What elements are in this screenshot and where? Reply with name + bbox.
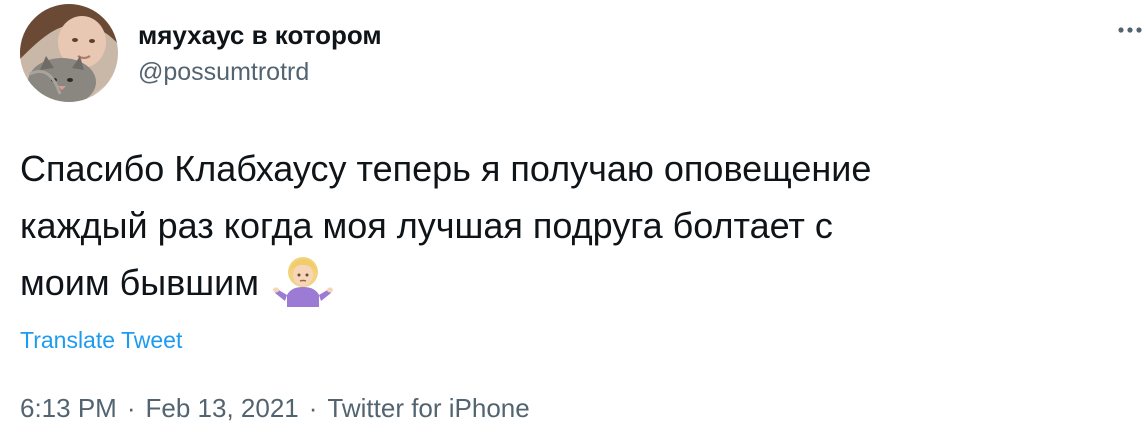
tweet-text: Спасибо Клабхаусу теперь я получаю опове… xyxy=(20,140,1120,323)
tweet-metadata: 6:13 PM · Feb 13, 2021 · Twitter for iPhone xyxy=(20,393,530,424)
tweet-text-line-content: моим бывшим xyxy=(20,262,259,303)
tweet-text-line: каждый раз когда моя лучшая подруга болт… xyxy=(20,205,833,246)
avatar-image xyxy=(20,4,118,102)
tweet-date-link[interactable]: Feb 13, 2021 xyxy=(146,393,299,423)
tweet-time-link[interactable]: 6:13 PM xyxy=(20,393,117,423)
person-shrugging-emoji xyxy=(273,255,334,323)
tweet-source-link[interactable]: Twitter for iPhone xyxy=(327,393,529,423)
meta-separator: · xyxy=(308,393,318,423)
more-horizontal-icon[interactable] xyxy=(1116,20,1146,40)
tweet-text-line: моим бывшим xyxy=(20,254,1120,323)
tweet-text-line: Спасибо Клабхаусу теперь я получаю опове… xyxy=(20,148,872,189)
avatar[interactable] xyxy=(20,4,118,102)
user-handle[interactable]: @possumtrotrd xyxy=(138,58,309,87)
display-name[interactable]: мяухаус в котором xyxy=(138,20,382,51)
translate-tweet-link[interactable]: Translate Tweet xyxy=(20,327,182,354)
meta-separator: · xyxy=(126,393,136,423)
